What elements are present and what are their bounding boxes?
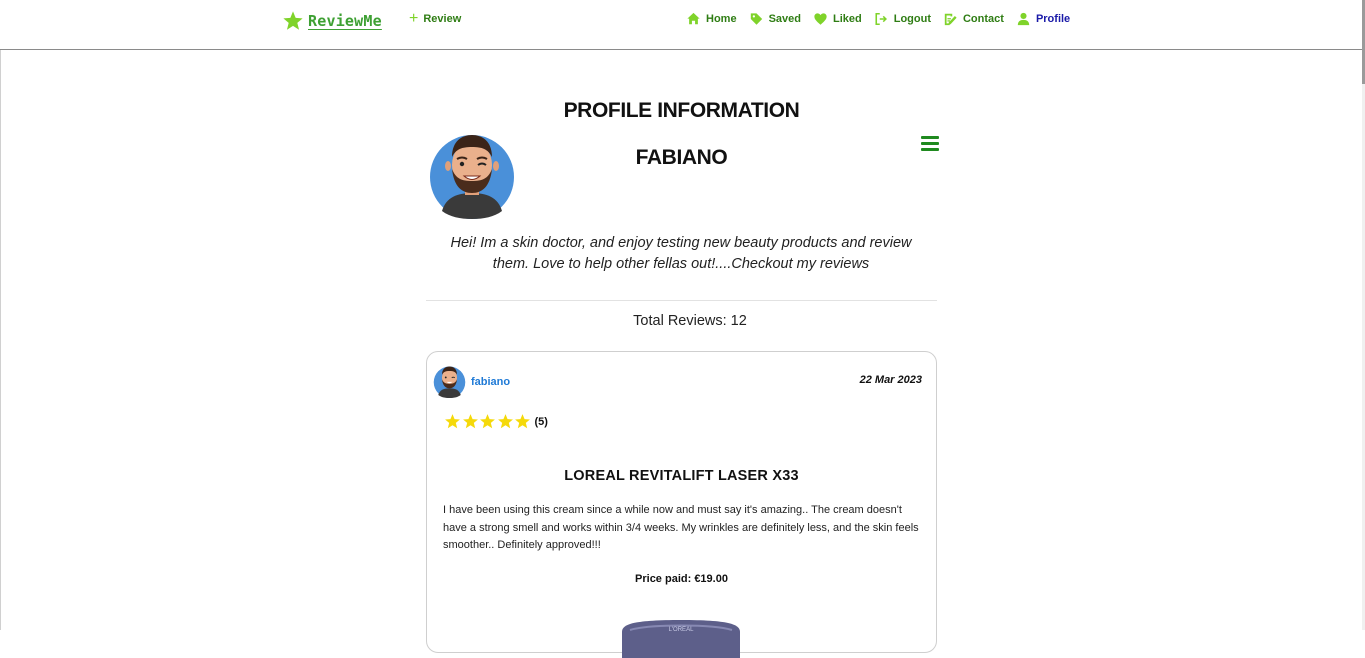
tag-icon (750, 13, 762, 25)
review-date: 22 Mar 2023 (859, 374, 922, 386)
profile-heading: PROFILE INFORMATION (563, 99, 800, 122)
star-icon (497, 414, 513, 429)
hamburger-menu-icon[interactable] (921, 136, 939, 152)
brand-logo[interactable]: ReviewMe (282, 8, 382, 34)
star-icon (480, 414, 495, 429)
home-icon (687, 12, 700, 25)
star-rating: (5) (444, 413, 548, 430)
avatar (430, 135, 514, 219)
nav-profile-label: Profile (1035, 13, 1071, 25)
nav-home-label: Home (706, 13, 737, 25)
rating-value: (5) (534, 415, 548, 428)
nav-logout[interactable]: Logout (874, 12, 931, 26)
window-edge (0, 0, 1, 630)
profile-bio: Hei! Im a skin doctor, and enjoy testing… (450, 235, 912, 272)
nav-home[interactable]: Home (686, 12, 737, 26)
nav-liked[interactable]: Liked (813, 12, 862, 26)
total-reviews: Total Reviews: 12 (633, 313, 747, 329)
nav-saved[interactable]: Saved (749, 12, 801, 26)
nav-review-label: Review (423, 13, 462, 25)
nav-review-link[interactable]: + Review (409, 10, 462, 27)
star-logo-icon (283, 11, 303, 30)
contact-edit-icon (944, 13, 957, 26)
menu-bar (921, 136, 939, 139)
product-image: L'OREAL (622, 620, 740, 658)
nav-saved-label: Saved (768, 13, 801, 25)
profile-name: FABIANO (635, 146, 728, 169)
nav-contact[interactable]: Contact (943, 12, 1004, 26)
nav-profile[interactable]: Profile (1016, 12, 1070, 26)
brand-name: ReviewMe (308, 12, 382, 30)
user-icon (1017, 12, 1030, 26)
navbar: ReviewMe + Review Home Saved Liked Logou… (0, 0, 1362, 50)
menu-bar (921, 148, 939, 151)
star-icon (445, 414, 460, 429)
logout-icon (875, 12, 887, 26)
svg-text:L'OREAL: L'OREAL (669, 627, 694, 633)
menu-bar (921, 142, 939, 145)
heart-icon (814, 13, 827, 25)
review-author[interactable]: fabiano (471, 376, 510, 388)
star-icon (462, 414, 478, 429)
price-paid: Price paid: €19.00 (635, 573, 728, 585)
divider (426, 300, 937, 301)
product-title: LOREAL REVITALIFT LASER X33 (564, 468, 799, 484)
plus-icon: + (409, 10, 419, 27)
nav-contact-label: Contact (962, 13, 1004, 25)
star-icon (515, 414, 530, 429)
nav-liked-label: Liked (832, 13, 862, 25)
review-card: fabiano 22 Mar 2023 (5) LOREAL REVITALIF… (426, 351, 937, 658)
nav-menu: Home Saved Liked Logout Contact Profile (686, 12, 1070, 26)
review-text: I have been using this cream since a whi… (443, 504, 919, 551)
review-author-avatar[interactable] (433, 365, 466, 398)
nav-logout-label: Logout (893, 13, 931, 25)
